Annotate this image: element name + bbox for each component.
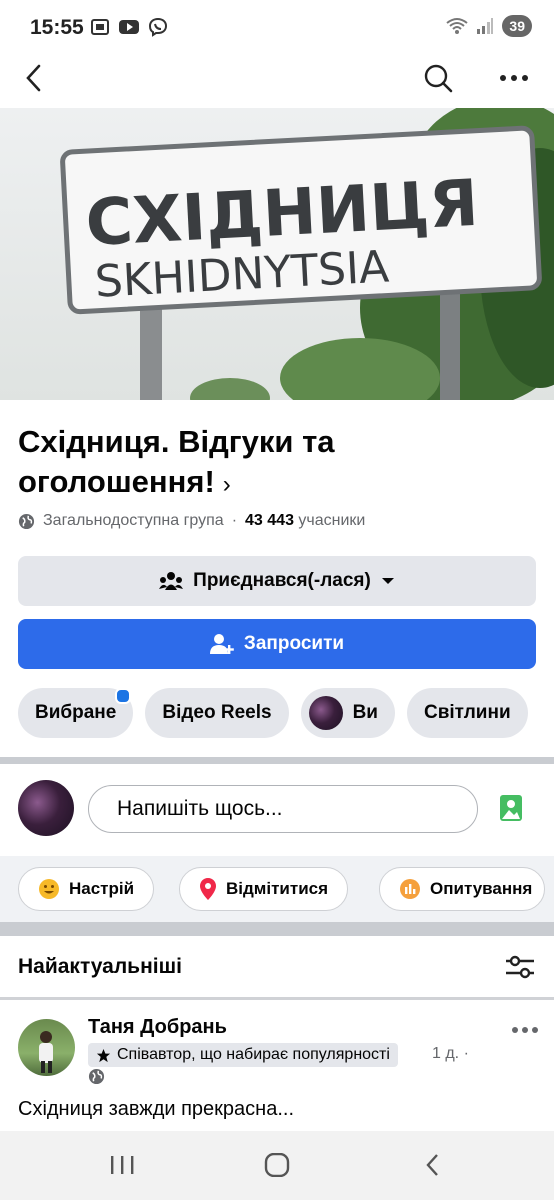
recent-apps-icon (111, 1156, 134, 1174)
section-divider (0, 922, 554, 936)
more-icon (500, 75, 528, 81)
add-photo-button[interactable] (491, 788, 531, 828)
members-count: 43 443 (245, 512, 294, 529)
poll-icon (400, 879, 420, 899)
sort-filter-button[interactable] (500, 947, 540, 987)
search-icon (424, 64, 453, 93)
section-divider (0, 997, 554, 1000)
feeling-label: Настрій (69, 879, 135, 898)
more-icon (512, 1027, 538, 1033)
privacy-label: Загальнодоступна група (43, 512, 224, 529)
back-chevron-icon (426, 1154, 438, 1176)
feed-sort-label[interactable]: Найактуальніші (18, 955, 182, 979)
tab-photos-label: Світлини (423, 702, 511, 723)
viber-icon (148, 17, 168, 37)
tab-photos[interactable]: Світлини (406, 688, 528, 738)
tab-you-label: Ви (352, 702, 378, 723)
home-icon (264, 1153, 290, 1177)
author-photo (39, 1031, 53, 1073)
meta-separator: · (231, 512, 238, 529)
post-time: 1 д. · (432, 1045, 469, 1062)
check-in-button[interactable]: Відмітитися (179, 867, 349, 911)
recent-apps-button[interactable] (102, 1145, 142, 1185)
chevron-right-icon: › (222, 471, 231, 498)
youtube-icon (119, 20, 139, 34)
filter-sliders-icon (506, 955, 534, 979)
joined-label: Приєднався(-лася) (193, 570, 371, 591)
search-button[interactable] (418, 58, 458, 98)
battery-level: 39 (502, 15, 532, 37)
globe-icon (18, 513, 35, 529)
status-right: 39 (446, 15, 532, 37)
group-name: Східниця. Відгуки та оголошення! (18, 424, 335, 499)
invite-label: Запросити (243, 633, 345, 654)
screenshot-icon (91, 19, 109, 35)
status-bar: 15:55 39 (0, 0, 554, 56)
more-button[interactable] (494, 58, 534, 98)
joined-button[interactable]: Приєднався(-лася) (18, 556, 536, 606)
notification-dot (115, 688, 132, 704)
author-badge-label: Співавтор, що набирає популярності (117, 1046, 390, 1063)
section-divider (0, 757, 554, 764)
wifi-icon (446, 18, 469, 34)
home-button[interactable] (257, 1145, 297, 1185)
group-tabs: Вибране Відео Reels Ви Світлини (18, 688, 528, 738)
post-more-button[interactable] (505, 1010, 545, 1050)
signal-icon (477, 18, 494, 34)
smiley-icon (39, 879, 59, 899)
photo-icon (500, 795, 522, 821)
members-label: учасники (298, 512, 366, 529)
status-app-icons (90, 17, 168, 37)
composer-placeholder: Напишіть щось... (117, 797, 283, 820)
feeling-button[interactable]: Настрій (18, 867, 155, 911)
location-pin-icon (200, 878, 216, 900)
check-in-label: Відмітитися (226, 879, 329, 898)
group-meta: Загальнодоступна група · 43 443 учасники (18, 512, 365, 530)
back-button[interactable] (14, 58, 54, 98)
system-nav-bar (0, 1131, 554, 1200)
app-bar (0, 56, 554, 108)
poll-label: Опитування (430, 879, 533, 898)
post-text: Східниця завжди прекрасна... (18, 1098, 294, 1120)
invite-button[interactable]: Запросити (18, 619, 536, 669)
back-arrow-icon (26, 64, 41, 92)
group-title[interactable]: Східниця. Відгуки та оголошення! › (18, 422, 438, 505)
author-badge: Співавтор, що набирає популярності (88, 1043, 398, 1067)
composer-input[interactable]: Напишіть щось... (88, 785, 478, 833)
globe-icon (88, 1068, 105, 1085)
system-back-button[interactable] (413, 1145, 453, 1185)
post-author-avatar[interactable] (18, 1019, 75, 1076)
tab-favorites[interactable]: Вибране (18, 688, 134, 738)
tab-reels-label: Відео Reels (162, 702, 272, 723)
group-cover-photo[interactable]: СХІДНИЦЯ SKHIDNYTSIA (0, 108, 554, 400)
cover-illustration: СХІДНИЦЯ SKHIDNYTSIA (0, 108, 554, 400)
poll-button[interactable]: Опитування (379, 867, 546, 911)
status-time: 15:55 (30, 16, 84, 39)
add-person-icon (209, 634, 234, 654)
post-author-name[interactable]: Таня Добрань (88, 1016, 227, 1039)
composer-avatar[interactable] (18, 780, 74, 836)
tab-favorites-label: Вибране (35, 702, 117, 723)
tab-reels[interactable]: Відео Reels (145, 688, 289, 738)
tab-you[interactable]: Ви (300, 688, 395, 738)
avatar (308, 696, 343, 730)
group-members-icon (159, 572, 184, 590)
caret-down-icon (381, 578, 394, 584)
star-icon (96, 1048, 111, 1062)
